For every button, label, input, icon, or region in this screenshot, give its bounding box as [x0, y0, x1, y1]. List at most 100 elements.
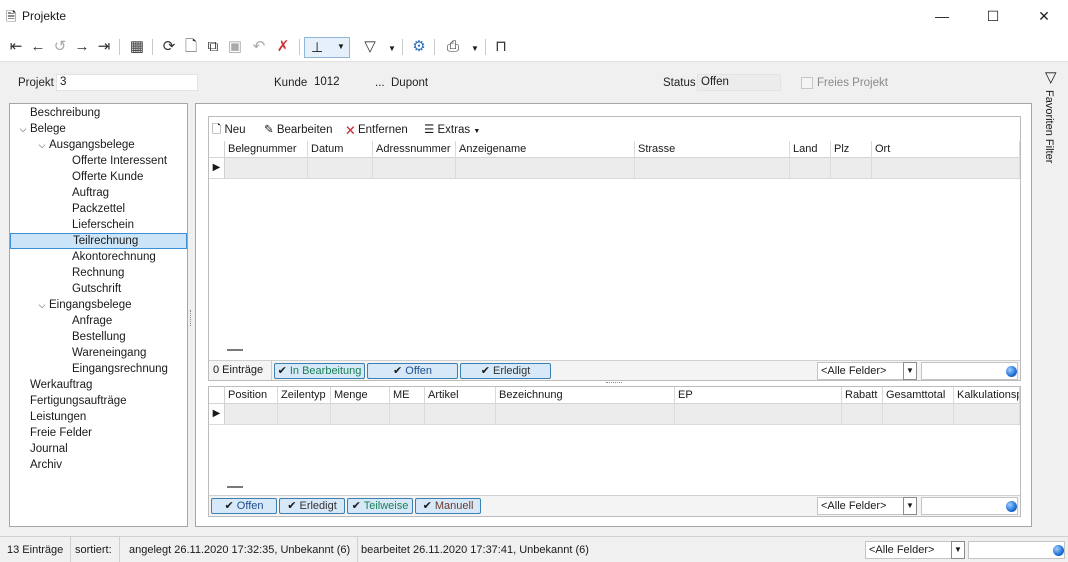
- field-filter-select[interactable]: <Alle Felder>: [865, 541, 952, 559]
- table-cell[interactable]: [883, 404, 954, 424]
- column-header[interactable]: Datum: [308, 141, 373, 158]
- table-cell[interactable]: [278, 404, 331, 424]
- chevron-down-icon[interactable]: ⌵: [35, 297, 49, 313]
- globe-icon[interactable]: [1053, 545, 1064, 556]
- table-cell[interactable]: [456, 158, 635, 178]
- kunde-input[interactable]: 1012: [310, 74, 374, 91]
- search-input[interactable]: [968, 541, 1065, 559]
- table-cell[interactable]: [790, 158, 831, 178]
- tree-item[interactable]: Archiv: [10, 457, 187, 473]
- column-header[interactable]: Artikel: [425, 387, 496, 404]
- column-header[interactable]: ME: [390, 387, 425, 404]
- last-record-icon[interactable]: ⇥: [93, 36, 115, 58]
- table-cell[interactable]: [225, 404, 278, 424]
- table-cell[interactable]: [373, 158, 456, 178]
- column-header[interactable]: Rabatt: [842, 387, 883, 404]
- tree-item[interactable]: Lieferschein: [10, 217, 187, 233]
- next-record-icon[interactable]: →: [71, 36, 93, 58]
- bearbeiten-button[interactable]: ✎ Bearbeiten: [264, 122, 332, 136]
- freies-projekt-checkbox[interactable]: [801, 77, 813, 89]
- status-filter-toggle[interactable]: ✔ Offen: [367, 363, 458, 379]
- current-row-indicator-icon[interactable]: ▶: [209, 158, 225, 178]
- search-input[interactable]: [921, 497, 1018, 515]
- column-header[interactable]: Adressnummer: [373, 141, 456, 158]
- tree-item[interactable]: Anfrage: [10, 313, 187, 329]
- table-cell[interactable]: [635, 158, 790, 178]
- chevron-down-icon[interactable]: ▼: [337, 42, 345, 51]
- favoriten-filter-panel[interactable]: ▽ Favoriten Filter: [1040, 64, 1068, 534]
- column-header[interactable]: Gesamttotal: [883, 387, 954, 404]
- status-filter-toggle[interactable]: ✔ Erledigt: [460, 363, 551, 379]
- kunde-lookup-button[interactable]: ...: [375, 77, 385, 89]
- tree-item[interactable]: Offerte Kunde: [10, 169, 187, 185]
- chevron-down-icon[interactable]: ▼: [903, 362, 917, 380]
- table-cell[interactable]: [225, 158, 308, 178]
- table-cell[interactable]: [872, 158, 1020, 178]
- tree-item[interactable]: Auftrag: [10, 185, 187, 201]
- tree-item[interactable]: Gutschrift: [10, 281, 187, 297]
- tree-item[interactable]: Fertigungsaufträge: [10, 393, 187, 409]
- tree-item[interactable]: ⌵ Eingangsbelege: [10, 297, 187, 313]
- tree-item[interactable]: Teilrechnung: [10, 233, 187, 249]
- pin-button[interactable]: ⊥ ▼: [304, 37, 350, 58]
- table-row[interactable]: ▶: [209, 404, 1020, 425]
- chevron-down-icon[interactable]: ⌵: [35, 137, 49, 153]
- print-icon[interactable]: ⎙: [442, 36, 464, 58]
- status-filter-toggle[interactable]: ✔ Teilweise: [347, 498, 413, 514]
- column-header[interactable]: Kalkulationsp: [954, 387, 1020, 404]
- refresh-icon[interactable]: ⟳: [158, 36, 180, 58]
- column-header[interactable]: Bezeichnung: [496, 387, 675, 404]
- exit-icon[interactable]: ⊓: [490, 36, 512, 58]
- tree-item[interactable]: Journal: [10, 441, 187, 457]
- filter-icon[interactable]: ▽: [359, 36, 381, 58]
- column-header[interactable]: Position: [225, 387, 278, 404]
- table-cell[interactable]: [831, 158, 872, 178]
- column-header[interactable]: Strasse: [635, 141, 790, 158]
- table-cell[interactable]: [954, 404, 1020, 424]
- previous-record-icon[interactable]: ←: [27, 36, 49, 58]
- status-filter-toggle[interactable]: ✔ Erledigt: [279, 498, 345, 514]
- column-header[interactable]: Land: [790, 141, 831, 158]
- filter-dropdown-icon[interactable]: ▼: [388, 44, 396, 53]
- undo-icon[interactable]: ↶: [248, 36, 270, 58]
- table-cell[interactable]: [675, 404, 842, 424]
- column-header[interactable]: Zeilentyp: [278, 387, 331, 404]
- tree-item[interactable]: Beschreibung: [10, 105, 187, 121]
- save-icon[interactable]: ▣: [224, 36, 246, 58]
- chevron-down-icon[interactable]: ⌵: [16, 121, 30, 137]
- column-header[interactable]: Anzeigename: [456, 141, 635, 158]
- table-cell[interactable]: [842, 404, 883, 424]
- status-filter-toggle[interactable]: ✔ Manuell: [415, 498, 481, 514]
- status-filter-toggle[interactable]: ✔ Offen: [211, 498, 277, 514]
- horizontal-splitter[interactable]: [606, 382, 622, 384]
- status-filter-toggle[interactable]: ✔ In Bearbeitung: [274, 363, 365, 379]
- chevron-down-icon[interactable]: ▼: [903, 497, 917, 515]
- projekt-input[interactable]: 3: [56, 74, 198, 91]
- history-icon[interactable]: ↺: [49, 36, 71, 58]
- current-row-indicator-icon[interactable]: ▶: [209, 404, 225, 424]
- tree-item[interactable]: Bestellung: [10, 329, 187, 345]
- settings-icon[interactable]: ⚙: [408, 36, 430, 58]
- neu-button[interactable]: 🗋 Neu: [212, 122, 246, 141]
- tree-item[interactable]: Eingangsrechnung: [10, 361, 187, 377]
- search-input[interactable]: [921, 362, 1018, 380]
- tree-item[interactable]: Werkauftrag: [10, 377, 187, 393]
- field-filter-select[interactable]: <Alle Felder>: [817, 362, 904, 380]
- table-row[interactable]: ▶: [209, 158, 1020, 179]
- table-cell[interactable]: [425, 404, 496, 424]
- column-header[interactable]: Belegnummer: [225, 141, 308, 158]
- first-record-icon[interactable]: ⇤: [5, 36, 27, 58]
- tree-item[interactable]: Rechnung: [10, 265, 187, 281]
- column-header[interactable]: EP: [675, 387, 842, 404]
- tree-item[interactable]: Offerte Interessent: [10, 153, 187, 169]
- globe-icon[interactable]: [1006, 366, 1017, 377]
- globe-icon[interactable]: [1006, 501, 1017, 512]
- column-header[interactable]: Menge: [331, 387, 390, 404]
- table-cell[interactable]: [331, 404, 390, 424]
- tree-item[interactable]: ⌵ Belege: [10, 121, 187, 137]
- tree-item[interactable]: Packzettel: [10, 201, 187, 217]
- new-document-icon[interactable]: 🗋: [180, 36, 202, 58]
- chevron-down-icon[interactable]: ▼: [951, 541, 965, 559]
- tree-item[interactable]: ⌵ Ausgangsbelege: [10, 137, 187, 153]
- tree-item[interactable]: Akontorechnung: [10, 249, 187, 265]
